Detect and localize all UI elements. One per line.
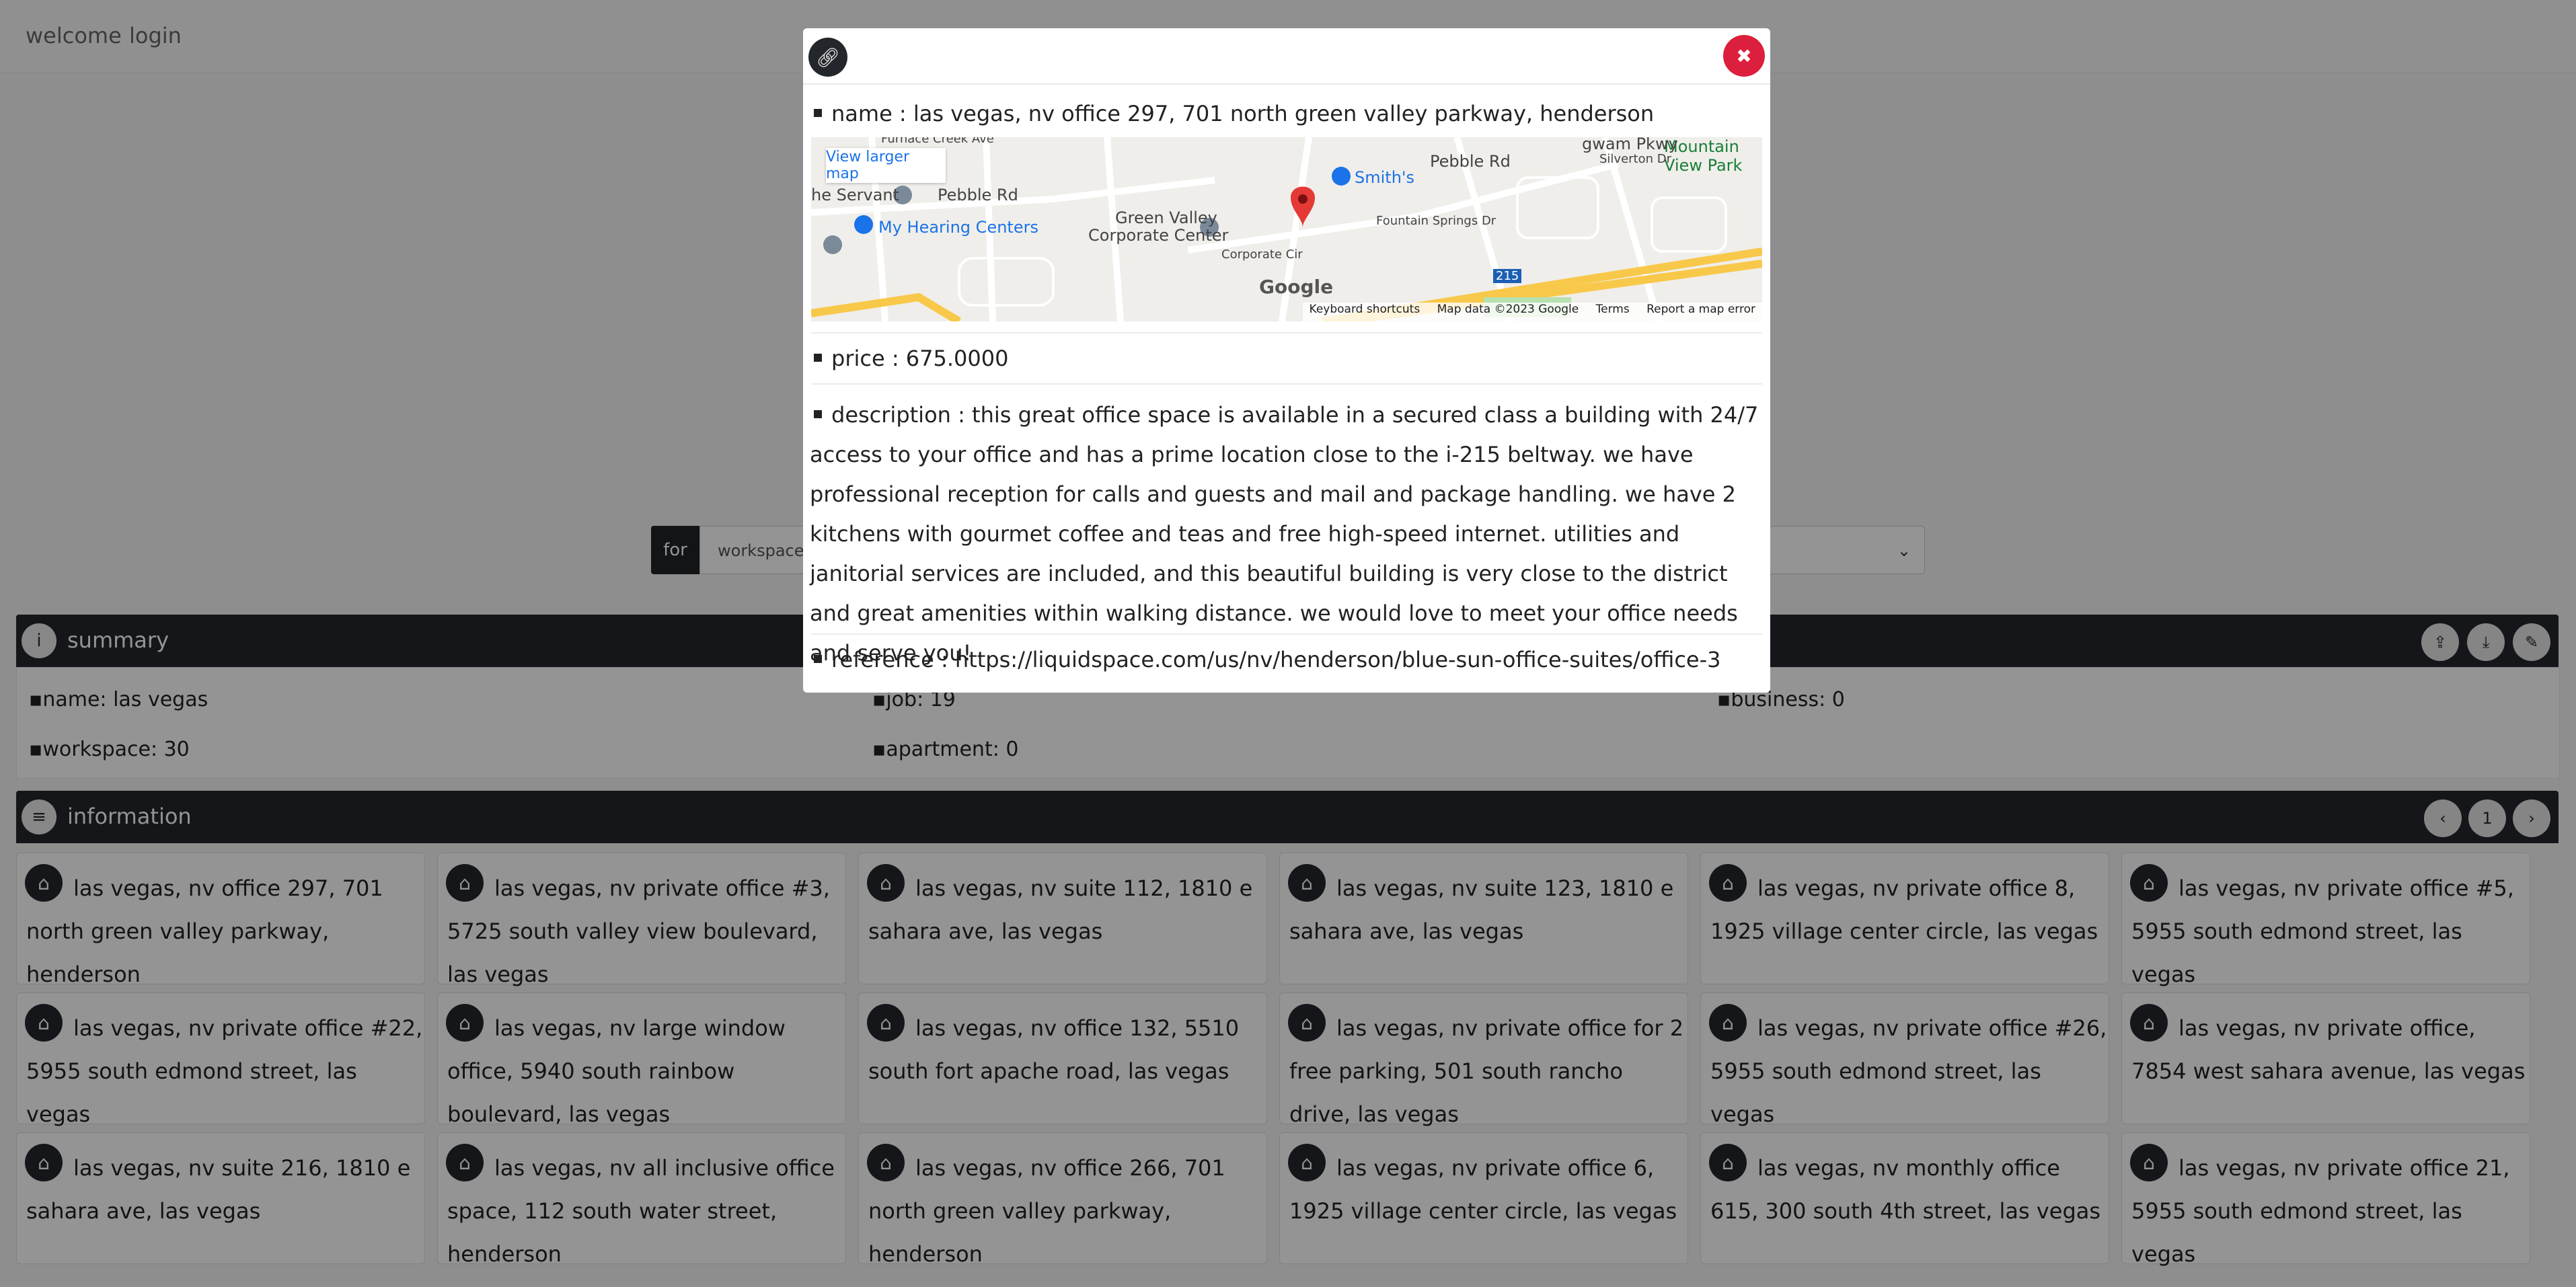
map-footer-report[interactable]: Report a map error (1646, 303, 1755, 316)
highway-shield: 215 (1493, 269, 1522, 283)
link-icon: 🔗︎ (816, 46, 840, 69)
modal-name-row: name : las vegas, nv office 297, 701 nor… (810, 101, 1764, 126)
map-label: gwam Pkwy (1582, 137, 1678, 153)
detail-modal: 🔗︎ ✖ name : las vegas, nv office 297, 70… (803, 28, 1770, 693)
modal-description-row: description : this great office space is… (810, 402, 1759, 666)
map-footer-data: Map data ©2023 Google (1437, 303, 1579, 316)
modal-reference-row: reference : https://liquidspace.com/us/n… (810, 647, 1764, 672)
map-label: Corporate Cir (1221, 247, 1303, 262)
map-footer-terms[interactable]: Terms (1596, 303, 1630, 316)
embedded-map[interactable]: View larger map Furnace Creek Ave Pebble… (811, 137, 1762, 321)
link-button[interactable]: 🔗︎ (808, 38, 847, 77)
map-label: View Park (1664, 156, 1743, 175)
map-label: Silverton Dr (1599, 152, 1672, 166)
close-icon: ✖ (1736, 44, 1752, 67)
map-label: he Servant (811, 186, 900, 204)
modal-price-row: price : 675.0000 (810, 346, 1764, 371)
map-footer-shortcuts[interactable]: Keyboard shortcuts (1310, 303, 1420, 316)
map-label: Corporate Center (1088, 226, 1229, 245)
page: welcome login for workspaces ⌄ i summary… (0, 0, 2576, 1287)
map-label: Pebble Rd (1430, 152, 1511, 171)
map-label: My Hearing Centers (878, 218, 1038, 237)
close-button[interactable]: ✖ (1723, 35, 1765, 77)
google-logo: Google (1259, 276, 1334, 298)
map-label: Furnace Creek Ave (881, 137, 994, 146)
modal-top-bar: 🔗︎ ✖ (803, 28, 1770, 85)
map-label: Smith's (1355, 168, 1415, 187)
map-label: Fountain Springs Dr (1376, 214, 1497, 228)
view-larger-map-link[interactable]: View larger map (826, 148, 946, 183)
map-label: Green Valley (1115, 208, 1217, 227)
map-label: Pebble Rd (938, 186, 1018, 204)
map-footer: Keyboard shortcuts Map data ©2023 Google… (1302, 303, 1762, 321)
